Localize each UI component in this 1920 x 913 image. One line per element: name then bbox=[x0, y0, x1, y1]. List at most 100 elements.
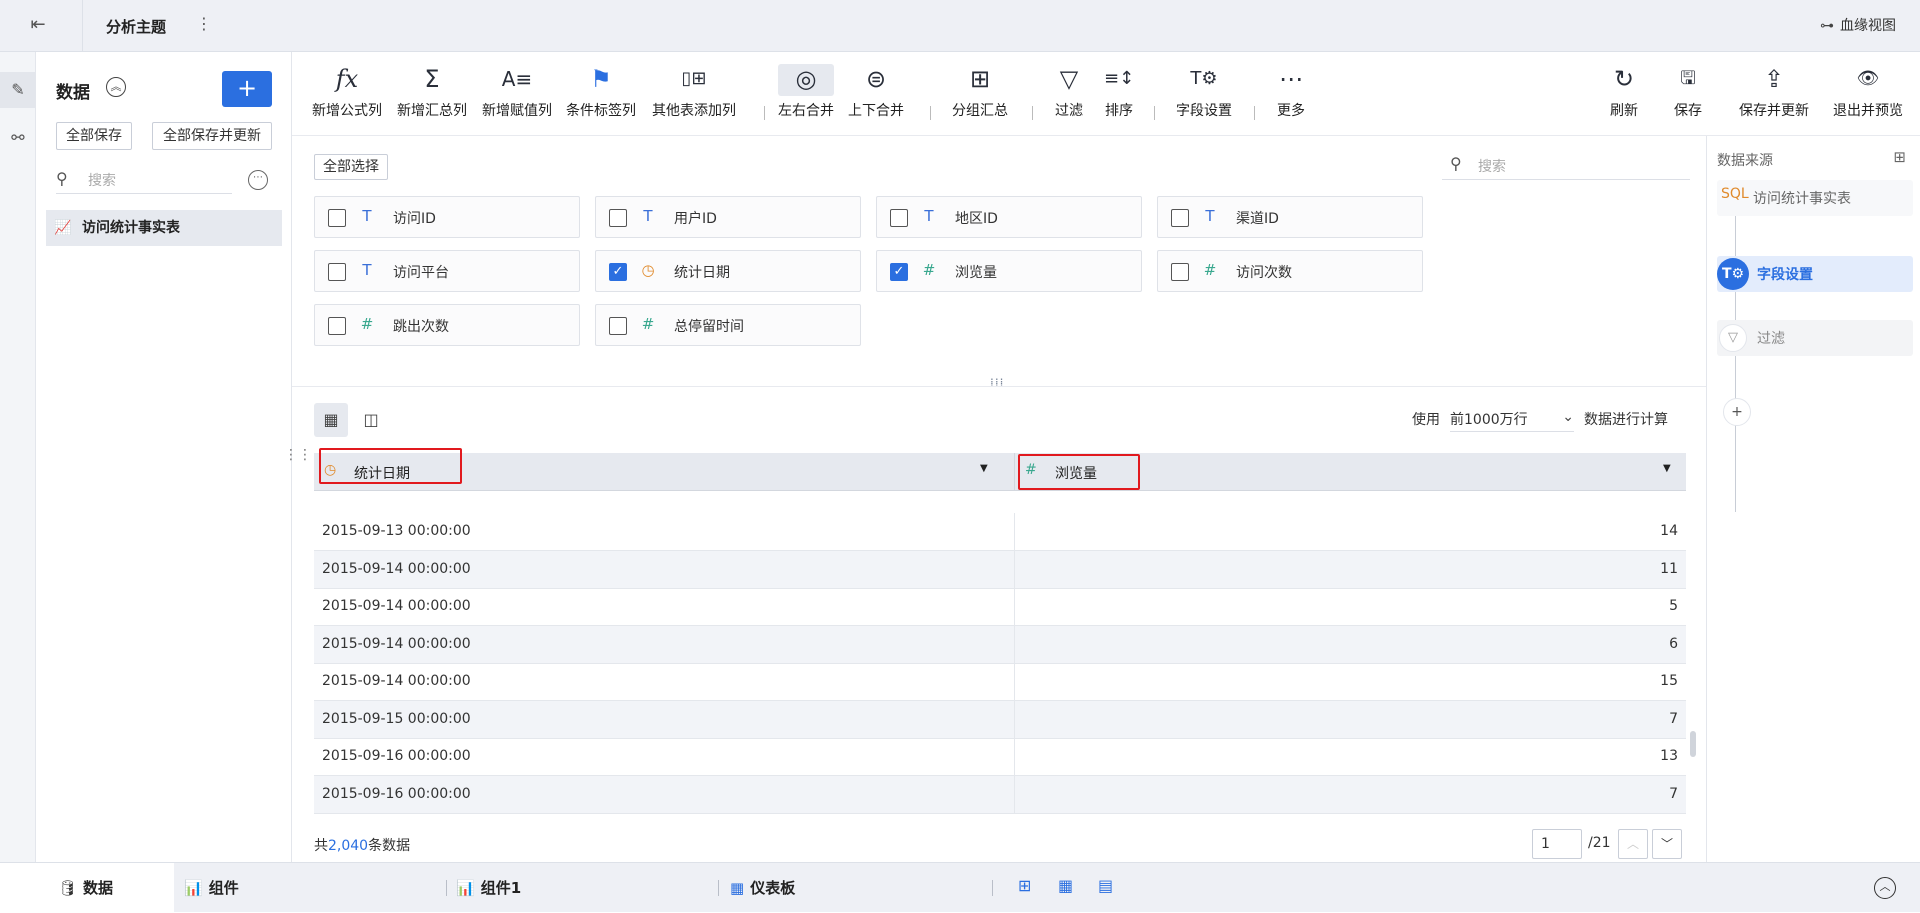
table-row[interactable]: 2015-09-15 00:00:00 7 bbox=[314, 700, 1686, 739]
exit-icon[interactable]: ⇤ bbox=[26, 14, 50, 38]
dropdown-arrow-icon[interactable]: ▼ bbox=[1663, 463, 1671, 474]
save-all-update-button[interactable]: 全部保存并更新 bbox=[152, 122, 272, 150]
field-item[interactable]: # 跳出次数 bbox=[314, 304, 580, 346]
filter-button[interactable]: ▽ 过滤 bbox=[1054, 64, 1084, 120]
data-search[interactable]: ⚲ 搜索 bbox=[56, 166, 232, 194]
add-step-button[interactable]: + bbox=[1723, 398, 1751, 426]
save-update-icon: ⇪ bbox=[1763, 65, 1785, 93]
field-item[interactable]: T 用户ID bbox=[595, 196, 861, 238]
divider bbox=[82, 0, 83, 52]
tab-dashboard[interactable]: ▦ 仪表板 bbox=[730, 863, 980, 913]
checkbox[interactable] bbox=[890, 209, 908, 227]
grid-view-icon[interactable]: ▦ bbox=[314, 403, 348, 437]
checkbox-checked[interactable]: ✓ bbox=[890, 263, 908, 281]
relation-icon[interactable]: ⚯ bbox=[0, 120, 36, 156]
checkbox[interactable] bbox=[1171, 263, 1189, 281]
data-panel: 数据 ︽ + 全部保存 全部保存并更新 ⚲ 搜索 ⋯ 📈 访问统计事实表 bbox=[36, 52, 292, 862]
table-row[interactable]: 2015-09-13 00:00:00 14 bbox=[314, 513, 1686, 551]
save-all-button[interactable]: 全部保存 bbox=[56, 122, 132, 150]
field-name: 跳出次数 bbox=[393, 319, 449, 335]
union-icon: ⊜ bbox=[865, 65, 887, 93]
table-row[interactable]: 2015-09-14 00:00:00 11 bbox=[314, 550, 1686, 589]
table-row[interactable]: 2015-09-14 00:00:00 6 bbox=[314, 625, 1686, 664]
toolbar-label: 新增赋值列 bbox=[482, 103, 552, 119]
edit-data-icon[interactable]: ✎ bbox=[0, 72, 36, 108]
toolbar: fx 新增公式列 Σ 新增汇总列 A≡ 新增赋值列 ⚑ 条件标签列 ▯⊞ 其他表添加列 ◎… bbox=[292, 52, 1920, 136]
next-page-icon[interactable]: ﹀ bbox=[1652, 829, 1682, 859]
collapse-up-icon[interactable]: ︽ bbox=[106, 77, 126, 97]
field-search[interactable]: ⚲ 搜索 bbox=[1442, 150, 1690, 180]
tab-data[interactable]: 🛢 数据 bbox=[0, 863, 174, 913]
save-update-button[interactable]: ⇪ 保存并更新 bbox=[1734, 64, 1814, 120]
field-item[interactable]: # 访问次数 bbox=[1157, 250, 1423, 292]
row-limit-value: 前1000万行 bbox=[1450, 412, 1528, 428]
prev-page-icon[interactable]: ︿ bbox=[1618, 829, 1648, 859]
save-button[interactable]: 🖫 保存 bbox=[1672, 64, 1704, 120]
checkbox[interactable] bbox=[609, 317, 627, 335]
field-item[interactable]: # 总停留时间 bbox=[595, 304, 861, 346]
field-item[interactable]: ✓ # 浏览量 bbox=[876, 250, 1142, 292]
number-type-icon: # bbox=[1203, 261, 1217, 279]
add-summary-column-button[interactable]: Σ 新增汇总列 bbox=[397, 64, 467, 120]
field-item[interactable]: ✓ ◷ 统计日期 bbox=[595, 250, 861, 292]
layout-toggle-icon[interactable]: ⊞ bbox=[1893, 148, 1906, 166]
field-item[interactable]: T 地区ID bbox=[876, 196, 1142, 238]
up-down-merge-button[interactable]: ⊜ 上下合并 bbox=[848, 64, 904, 120]
condition-label-column-button[interactable]: ⚑ 条件标签列 bbox=[566, 64, 636, 120]
collapse-up-icon[interactable]: ︿ bbox=[1874, 877, 1896, 899]
add-component-icon[interactable]: ⊞ bbox=[1018, 876, 1031, 895]
layout-view-icon[interactable]: ◫ bbox=[354, 403, 388, 437]
field-item[interactable]: T 访问平台 bbox=[314, 250, 580, 292]
checkbox[interactable] bbox=[609, 209, 627, 227]
table-row[interactable]: 2015-09-14 00:00:00 5 bbox=[314, 588, 1686, 626]
more-menu-icon[interactable]: ⋮ bbox=[196, 14, 212, 33]
more-options-icon[interactable]: ⋯ bbox=[248, 170, 268, 190]
table-header: ◷ 统计日期 ▼ # 浏览量 ▼ bbox=[314, 453, 1686, 491]
add-report-icon[interactable]: ▤ bbox=[1098, 876, 1113, 895]
exit-preview-button[interactable]: 👁 退出并预览 bbox=[1828, 64, 1908, 120]
select-all-button[interactable]: 全部选择 bbox=[314, 154, 388, 180]
chevron-down-icon: ⌄ bbox=[1562, 409, 1574, 425]
more-button[interactable]: ⋯ 更多 bbox=[1274, 64, 1308, 120]
add-data-button[interactable]: + bbox=[222, 71, 272, 107]
refresh-button[interactable]: ↻ 刷新 bbox=[1608, 64, 1640, 120]
dropdown-arrow-icon[interactable]: ▼ bbox=[980, 463, 988, 474]
left-right-merge-button[interactable]: ◎ 左右合并 bbox=[778, 64, 834, 120]
group-summary-button[interactable]: ⊞ 分组汇总 bbox=[950, 64, 1010, 120]
formula-icon: fx bbox=[335, 65, 359, 93]
step-filter[interactable]: ▽ 过滤 bbox=[1717, 320, 1913, 356]
tab-label: 组件1 bbox=[480, 879, 522, 897]
lineage-view-button[interactable]: ⊶ 血缘视图 bbox=[1820, 15, 1896, 35]
add-dashboard-icon[interactable]: ▦ bbox=[1058, 876, 1073, 895]
date-cell: 2015-09-14 00:00:00 bbox=[322, 673, 471, 689]
add-formula-column-button[interactable]: fx 新增公式列 bbox=[312, 64, 382, 120]
table-row[interactable]: 2015-09-16 00:00:00 13 bbox=[314, 738, 1686, 776]
checkbox[interactable] bbox=[328, 317, 346, 335]
checkbox[interactable] bbox=[1171, 209, 1189, 227]
tab-component[interactable]: 📊 组件 bbox=[184, 863, 434, 913]
field-settings-button[interactable]: T⚙ 字段设置 bbox=[1174, 64, 1234, 120]
checkbox[interactable] bbox=[328, 209, 346, 227]
scrollbar[interactable] bbox=[1690, 731, 1696, 757]
toolbar-label: 退出并预览 bbox=[1833, 103, 1903, 119]
add-column-from-table-button[interactable]: ▯⊞ 其他表添加列 bbox=[652, 64, 736, 120]
checkbox-checked[interactable]: ✓ bbox=[609, 263, 627, 281]
table-row[interactable]: 2015-09-14 00:00:00 15 bbox=[314, 663, 1686, 701]
add-assign-column-button[interactable]: A≡ 新增赋值列 bbox=[482, 64, 552, 120]
tab-component1[interactable]: 📊 组件1 bbox=[456, 863, 706, 913]
field-item[interactable]: T 访问ID bbox=[314, 196, 580, 238]
page-input[interactable]: 1 bbox=[1532, 829, 1582, 859]
table-row[interactable]: 2015-09-16 00:00:00 7 bbox=[314, 775, 1686, 814]
date-cell: 2015-09-13 00:00:00 bbox=[322, 523, 471, 539]
toolbar-label: 条件标签列 bbox=[566, 103, 636, 119]
table-item[interactable]: 📈 访问统计事实表 bbox=[46, 210, 282, 246]
row-limit-select[interactable]: 前1000万行 ⌄ bbox=[1450, 409, 1574, 432]
drag-handle-icon[interactable]: ⋮⋮ bbox=[284, 447, 312, 463]
toolbar-label: 保存 bbox=[1674, 103, 1702, 119]
step-source[interactable]: SQL 访问统计事实表 bbox=[1717, 180, 1913, 216]
checkbox[interactable] bbox=[328, 263, 346, 281]
field-name: 地区ID bbox=[955, 211, 998, 227]
step-field-settings[interactable]: T⚙ 字段设置 bbox=[1717, 256, 1913, 292]
field-item[interactable]: T 渠道ID bbox=[1157, 196, 1423, 238]
sort-button[interactable]: ≡↕ 排序 bbox=[1104, 64, 1134, 120]
